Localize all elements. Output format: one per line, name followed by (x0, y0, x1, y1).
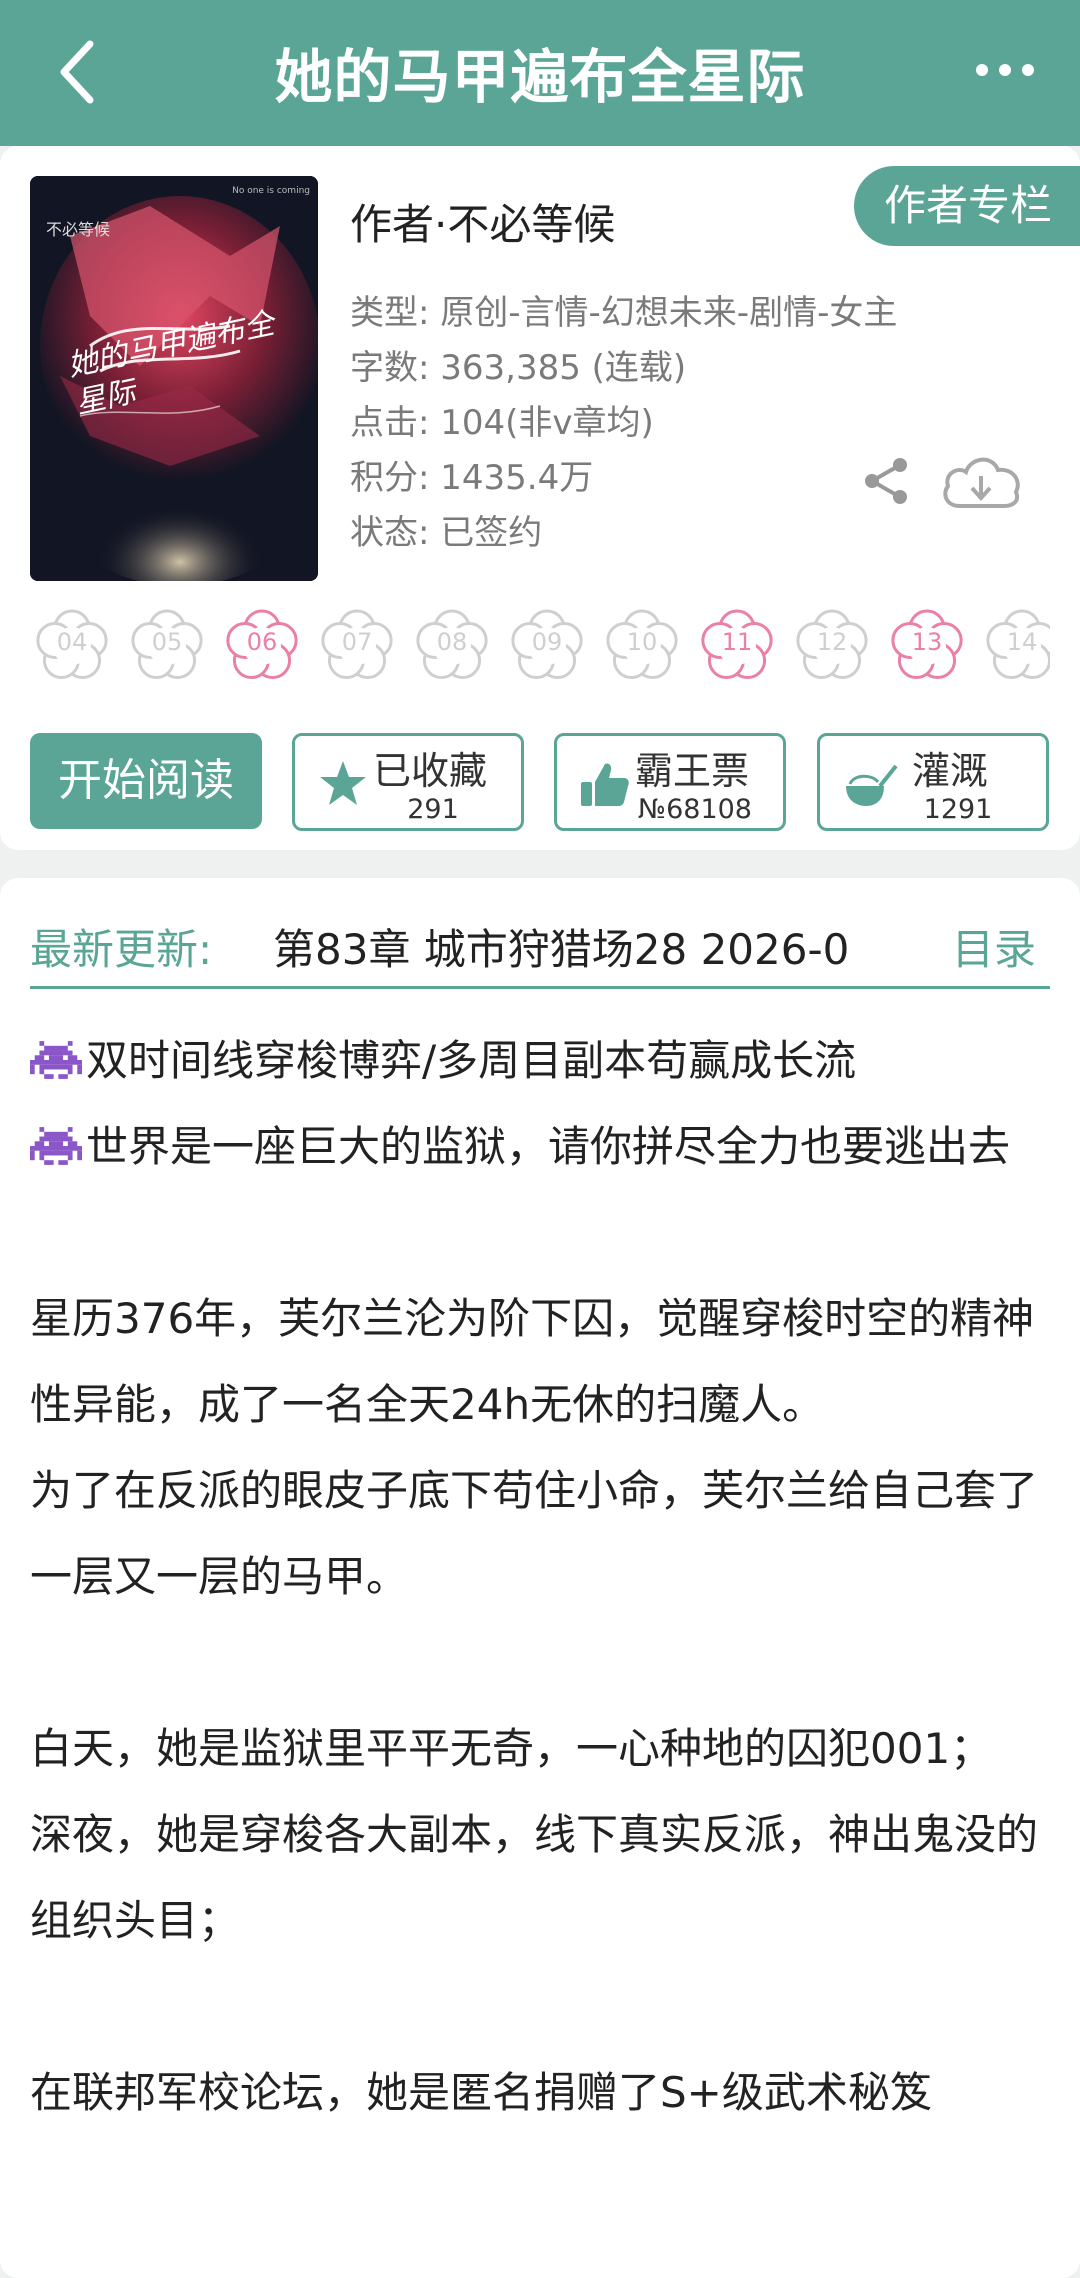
meta-score: 积分: 1435.4万 (350, 458, 594, 498)
rating-flower-07[interactable]: 07 (317, 606, 397, 686)
rating-flower-09[interactable]: 09 (507, 606, 587, 686)
water-label: 灌溉 (912, 749, 989, 793)
meta-word-count: 字数: 363,385 (连载) (350, 348, 687, 388)
meta-genre: 类型: 原创-言情-幻想未来-剧情-女主 (350, 293, 898, 333)
rating-flower-label: 09 (531, 628, 563, 656)
description-paragraph: 深夜，她是穿梭各大副本，线下真实反派，神出鬼没的组织头目； (30, 1792, 1060, 1964)
collect-count: 291 (407, 794, 459, 825)
rating-flower-label: 06 (246, 628, 278, 656)
rating-flower-label: 08 (436, 628, 468, 656)
rating-flower-06[interactable]: 06 (222, 606, 302, 686)
divider (30, 986, 1050, 989)
rating-flower-14[interactable]: 14 (982, 606, 1050, 686)
description-paragraph: 双时间线穿梭博弈/多周目副本苟赢成长流 (30, 1018, 1060, 1104)
rating-flower-05[interactable]: 05 (127, 606, 207, 686)
top-bar: 她的马甲遍布全星际 (0, 0, 1080, 146)
share-icon[interactable] (862, 456, 912, 506)
latest-update-row[interactable]: 最新更新: 第83章 城市狩猎场28 2026-0 目录 (30, 908, 1050, 988)
table-of-contents-button[interactable]: 目录 (952, 916, 1036, 977)
description-text-line: 为了在反派的眼皮子底下苟住小命，芙尔兰给自己套了一层又一层的马甲。 (30, 1466, 1039, 1601)
space-invader-icon (30, 1022, 82, 1079)
rating-flowers: 04 05 06 07 08 09 10 11 12 13 14 (32, 606, 1050, 696)
page-title: 她的马甲遍布全星际 (274, 43, 806, 111)
cover-author-text: 不必等候 (46, 220, 111, 239)
author-name[interactable]: 作者·不必等候 (350, 191, 615, 252)
rating-flower-label: 13 (911, 628, 943, 656)
cover-tagline-text: No one is coming (232, 186, 310, 196)
description-text-line: 星历376年，芙尔兰沦为阶下囚，觉醒穿梭时空的精神性异能，成了一名全天24h无休… (30, 1294, 1035, 1429)
ticket-count: №68108 (638, 794, 752, 825)
rating-flower-13[interactable]: 13 (887, 606, 967, 686)
latest-update-label: 最新更新: (30, 925, 213, 974)
rating-flower-label: 10 (626, 628, 658, 656)
description-paragraph: 世界是一座巨大的监狱，请你拼尽全力也要逃出去 (30, 1104, 1060, 1190)
meta-status: 状态: 已签约 (350, 513, 543, 553)
rating-flower-label: 11 (721, 628, 753, 656)
rating-flower-08[interactable]: 08 (412, 606, 492, 686)
water-button[interactable]: 灌溉 1291 (817, 733, 1049, 831)
ticket-button[interactable]: 霸王票 №68108 (554, 733, 786, 831)
rating-flower-label: 14 (1006, 628, 1038, 656)
description-text-line: 白天，她是监狱里平平无奇，一心种地的囚犯001； (30, 1724, 993, 1773)
description-paragraph: 星历376年，芙尔兰沦为阶下囚，觉醒穿梭时空的精神性异能，成了一名全天24h无休… (30, 1276, 1060, 1448)
rating-flower-label: 05 (151, 628, 183, 656)
description-paragraph: 在联邦军校论坛，她是匿名捐赠了S+级武术秘笈 (30, 2050, 1060, 2136)
rating-flower-label: 12 (816, 628, 848, 656)
rating-flower-04[interactable]: 04 (32, 606, 112, 686)
rating-flower-11[interactable]: 11 (697, 606, 777, 686)
book-meta: 类型: 原创-言情-幻想未来-剧情-女主 字数: 363,385 (连载) 点击… (350, 286, 897, 561)
rating-flower-label: 04 (56, 628, 88, 656)
more-options-icon[interactable] (970, 50, 1040, 90)
collect-button[interactable]: 已收藏 291 (292, 733, 524, 831)
description-text-line: 双时间线穿梭博弈/多周目副本苟赢成长流 (86, 1036, 857, 1085)
author-column-button[interactable]: 作者专栏 (853, 166, 1080, 246)
collect-label: 已收藏 (373, 749, 488, 793)
description-text-line: 在联邦军校论坛，她是匿名捐赠了S+级武术秘笈 (30, 2068, 932, 2117)
book-cover[interactable]: 不必等候 No one is coming 她的马甲遍布全星际 (30, 176, 318, 581)
meta-clicks: 点击: 104(非v章均) (350, 403, 654, 443)
description-text: 双时间线穿梭博弈/多周目副本苟赢成长流世界是一座巨大的监狱，请你拼尽全力也要逃出… (30, 1018, 1060, 2136)
description-text-line: 深夜，她是穿梭各大副本，线下真实反派，神出鬼没的组织头目； (30, 1810, 1039, 1945)
description-text-line: 世界是一座巨大的监狱，请你拼尽全力也要逃出去 (86, 1122, 1011, 1171)
rating-flower-10[interactable]: 10 (602, 606, 682, 686)
description-paragraph: 白天，她是监狱里平平无奇，一心种地的囚犯001； (30, 1706, 1060, 1792)
ticket-label: 霸王票 (635, 749, 750, 793)
rating-flower-label: 07 (341, 628, 373, 656)
rating-flower-12[interactable]: 12 (792, 606, 872, 686)
water-count: 1291 (923, 794, 993, 825)
book-info-card: 不必等候 No one is coming 她的马甲遍布全星际 作者·不必等候 … (0, 146, 1080, 850)
cloud-download-icon[interactable] (938, 450, 1024, 514)
latest-chapter-link[interactable]: 第83章 城市狩猎场28 2026-0 (273, 916, 933, 977)
book-description-card: 最新更新: 第83章 城市狩猎场28 2026-0 目录 双时间线穿梭博弈/多周… (0, 878, 1080, 2278)
description-paragraph: 为了在反派的眼皮子底下苟住小命，芙尔兰给自己套了一层又一层的马甲。 (30, 1448, 1060, 1620)
space-invader-icon (30, 1108, 82, 1165)
start-reading-button[interactable]: 开始阅读 (30, 733, 262, 829)
